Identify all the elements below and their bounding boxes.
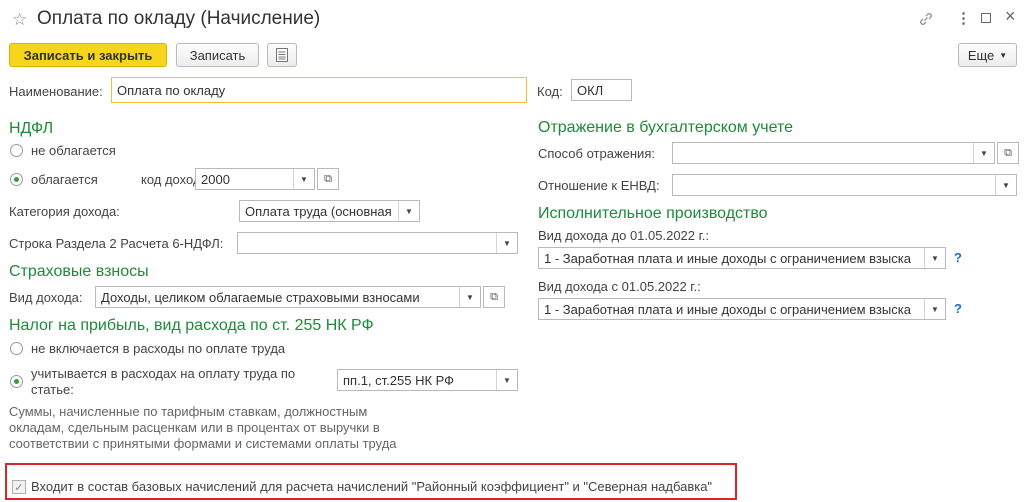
open-icon[interactable]: ⧉ bbox=[317, 168, 339, 190]
chevron-down-icon: ▼ bbox=[999, 50, 1008, 60]
insurance-kind-field[interactable]: Доходы, целиком облагаемые страховыми вз… bbox=[95, 286, 481, 308]
chevron-down-icon[interactable]: ▼ bbox=[924, 248, 945, 268]
income-before-value: 1 - Заработная плата и иные доходы с огр… bbox=[544, 250, 911, 266]
taxed-radio[interactable] bbox=[10, 173, 23, 186]
code-field[interactable]: ОКЛ bbox=[571, 79, 632, 101]
profit-tax-section-title: Налог на прибыль, вид расхода по ст. 255… bbox=[9, 317, 374, 334]
income-after-label: Вид дохода с 01.05.2022 г.: bbox=[538, 279, 701, 294]
window-title: Оплата по окладу (Начисление) bbox=[37, 8, 321, 29]
save-button[interactable]: Записать bbox=[176, 43, 259, 67]
accounting-section-title: Отражение в бухгалтерском учете bbox=[538, 119, 793, 136]
favorite-star-icon[interactable]: ☆ bbox=[12, 10, 27, 30]
chevron-down-icon[interactable]: ▼ bbox=[995, 175, 1016, 195]
envd-label: Отношение к ЕНВД: bbox=[538, 178, 660, 193]
chevron-down-icon[interactable]: ▼ bbox=[924, 299, 945, 319]
document-list-icon bbox=[276, 48, 288, 62]
close-icon[interactable]: × bbox=[1005, 6, 1016, 27]
excluded-label[interactable]: не включается в расходы по оплате труда bbox=[31, 341, 285, 356]
accounting-method-field[interactable]: ▼ bbox=[672, 142, 995, 164]
income-before-label: Вид дохода до 01.05.2022 г.: bbox=[538, 228, 710, 243]
name-label: Наименование: bbox=[9, 84, 103, 99]
save-and-close-button[interactable]: Записать и закрыть bbox=[9, 43, 167, 67]
article-field[interactable]: пп.1, ст.255 НК РФ ▼ bbox=[337, 369, 518, 391]
enforcement-section-title: Исполнительное производство bbox=[538, 205, 768, 222]
income-category-field[interactable]: Оплата труда (основная ▼ bbox=[239, 200, 420, 222]
row6-field[interactable]: ▼ bbox=[237, 232, 518, 254]
income-category-label: Категория дохода: bbox=[9, 204, 120, 219]
chevron-down-icon[interactable]: ▼ bbox=[293, 169, 314, 189]
row6-label: Строка Раздела 2 Расчета 6-НДФЛ: bbox=[9, 236, 224, 251]
more-vertical-icon[interactable]: ⋮ bbox=[956, 9, 971, 27]
chevron-down-icon[interactable]: ▼ bbox=[973, 143, 994, 163]
income-before-field[interactable]: 1 - Заработная плата и иные доходы с огр… bbox=[538, 247, 946, 269]
included-label[interactable]: учитывается в расходах на оплату труда п… bbox=[31, 366, 311, 398]
report-list-button[interactable] bbox=[267, 43, 297, 67]
chevron-down-icon[interactable]: ▼ bbox=[398, 201, 419, 221]
chevron-down-icon[interactable]: ▼ bbox=[459, 287, 480, 307]
help-icon[interactable]: ? bbox=[954, 301, 962, 316]
income-code-field[interactable]: 2000 ▼ bbox=[195, 168, 315, 190]
taxed-label[interactable]: облагается bbox=[31, 172, 98, 187]
not-taxed-radio[interactable] bbox=[10, 144, 23, 157]
code-label: Код: bbox=[537, 84, 563, 99]
insurance-kind-label: Вид дохода: bbox=[9, 290, 83, 305]
chevron-down-icon[interactable]: ▼ bbox=[496, 233, 517, 253]
included-radio[interactable] bbox=[10, 375, 23, 388]
base-accruals-label[interactable]: Входит в состав базовых начислений для р… bbox=[31, 479, 712, 494]
accounting-method-label: Способ отражения: bbox=[538, 146, 655, 161]
link-icon[interactable] bbox=[918, 11, 934, 27]
more-menu-button[interactable]: Еще ▼ bbox=[958, 43, 1017, 67]
income-after-value: 1 - Заработная плата и иные доходы с огр… bbox=[544, 301, 911, 317]
more-label: Еще bbox=[967, 47, 995, 63]
base-accruals-checkbox[interactable]: ✓ bbox=[12, 480, 26, 494]
maximize-icon[interactable] bbox=[981, 13, 991, 23]
open-icon[interactable]: ⧉ bbox=[483, 286, 505, 308]
help-icon[interactable]: ? bbox=[954, 250, 962, 265]
envd-field[interactable]: ▼ bbox=[672, 174, 1017, 196]
insurance-section-title: Страховые взносы bbox=[9, 263, 149, 280]
chevron-down-icon[interactable]: ▼ bbox=[496, 370, 517, 390]
name-field[interactable]: Оплата по окладу bbox=[111, 77, 527, 103]
insurance-kind-value: Доходы, целиком облагаемые страховыми вз… bbox=[101, 289, 420, 305]
income-code-value: 2000 bbox=[201, 171, 230, 187]
excluded-radio[interactable] bbox=[10, 342, 23, 355]
not-taxed-label[interactable]: не облагается bbox=[31, 143, 116, 158]
income-category-value: Оплата труда (основная bbox=[245, 203, 392, 219]
ndfl-section-title: НДФЛ bbox=[9, 120, 54, 137]
open-icon[interactable]: ⧉ bbox=[997, 142, 1019, 164]
article-value: пп.1, ст.255 НК РФ bbox=[343, 372, 455, 388]
income-after-field[interactable]: 1 - Заработная плата и иные доходы с огр… bbox=[538, 298, 946, 320]
profit-tax-note: Суммы, начисленные по тарифным ставкам, … bbox=[9, 404, 397, 451]
